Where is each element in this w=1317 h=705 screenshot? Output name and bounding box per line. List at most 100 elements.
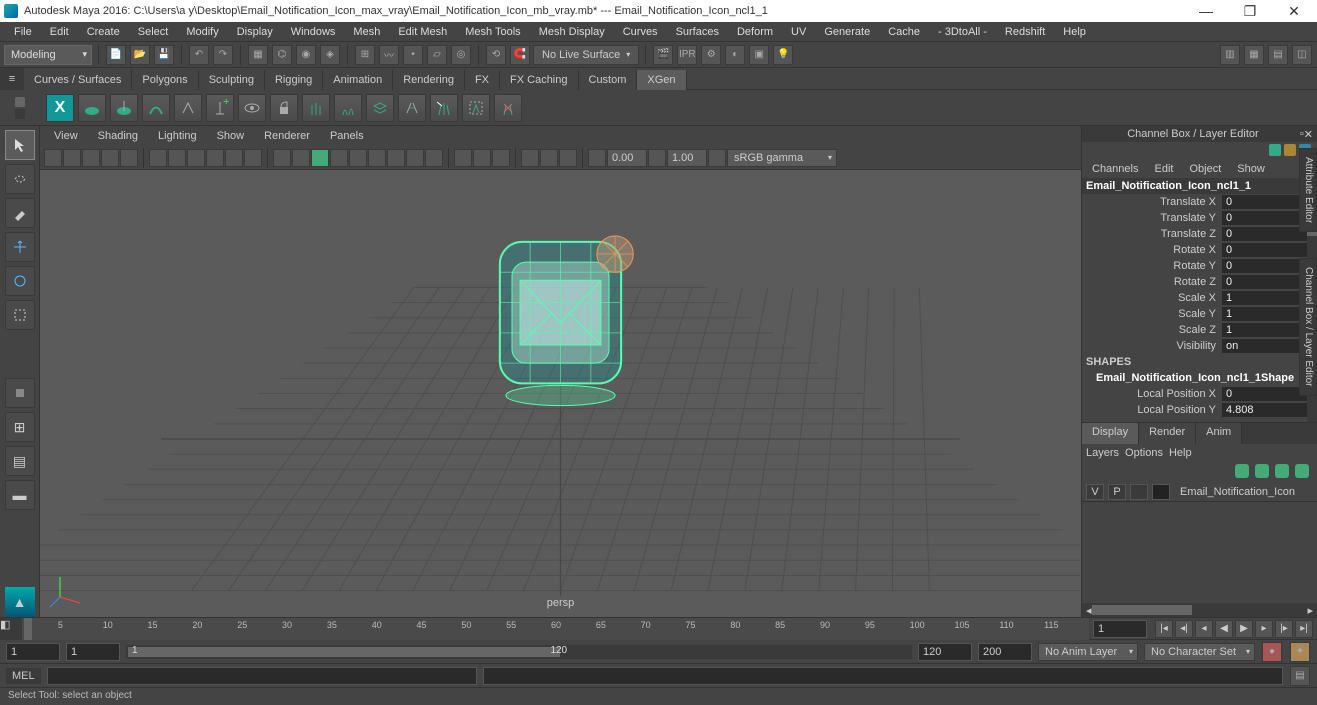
step-fwd-button[interactable]: ▸ [1255,620,1273,638]
chan-menu-edit[interactable]: Edit [1148,161,1179,177]
hypershade-icon[interactable]: ◐ [725,45,745,65]
vp-wire-on-shaded-icon[interactable] [311,149,329,167]
layer-row[interactable]: V P Email_Notification_Icon [1082,482,1317,502]
layer-hscrollbar[interactable]: ◂▸ [1082,603,1317,617]
current-frame-field[interactable]: 1 [1093,620,1147,638]
xgen-convert-icon[interactable] [174,94,202,122]
menu-mesh-tools[interactable]: Mesh Tools [457,24,528,40]
xgen-lock-icon[interactable] [270,94,298,122]
layer-playback-toggle[interactable]: P [1108,484,1126,500]
menu-surfaces[interactable]: Surfaces [668,24,727,40]
playback-start-field[interactable]: 1 [66,643,120,661]
vp-menu-lighting[interactable]: Lighting [150,128,205,144]
vp-color-mgmt-icon[interactable] [708,149,726,167]
shelf-tab-rendering[interactable]: Rendering [393,70,465,90]
menu-curves[interactable]: Curves [615,24,666,40]
vp-camera-icon[interactable] [63,149,81,167]
xgen-region-icon[interactable] [462,94,490,122]
snap-grid-icon[interactable]: ⊞ [355,45,375,65]
layout-single-icon[interactable]: ▬ [5,480,35,510]
selected-object-name[interactable]: Email_Notification_Icon_ncl1_1 [1082,178,1317,194]
redo-icon[interactable]: ↷ [213,45,233,65]
vp-textured-icon[interactable] [330,149,348,167]
snap-curve-icon[interactable]: 〰 [379,45,399,65]
shelf-tab-animation[interactable]: Animation [323,70,393,90]
chan-menu-object[interactable]: Object [1183,161,1227,177]
chan-view-1-icon[interactable] [1269,144,1281,156]
menu-windows[interactable]: Windows [283,24,344,40]
select-object-icon[interactable]: ◉ [296,45,316,65]
xgen-flip-icon[interactable] [398,94,426,122]
vp-motion-blur-icon[interactable] [406,149,424,167]
construction-history-icon[interactable]: ⟲ [486,45,506,65]
go-end-button[interactable]: ▸| [1295,620,1313,638]
play-back-button[interactable]: ◀ [1215,620,1233,638]
vp-gamma-field[interactable]: 1.00 [667,149,707,167]
xgen-sculpt-icon[interactable] [142,94,170,122]
vp-gate-mask-icon[interactable] [206,149,224,167]
panel-layout-1-icon[interactable]: ▥ [1220,45,1240,65]
shelf-tab-rigging[interactable]: Rigging [265,70,323,90]
snap-plane-icon[interactable]: ▱ [427,45,447,65]
vp-shadows-icon[interactable] [368,149,386,167]
timeline-ruler[interactable]: 5101520253035404550556065707580859095100… [22,618,1089,640]
vp-shaded-icon[interactable] [292,149,310,167]
vp-2d-pan-icon[interactable] [120,149,138,167]
new-scene-icon[interactable]: 📄 [106,45,126,65]
maximize-button[interactable]: ❐ [1237,3,1263,20]
attribute-editor-tab[interactable]: Attribute Editor [1299,148,1317,232]
vp-menu-view[interactable]: View [46,128,86,144]
layer-new-empty-icon[interactable] [1275,464,1289,478]
command-input[interactable] [47,667,477,685]
menu--3dtoall-[interactable]: - 3DtoAll - [930,24,995,40]
menu-cache[interactable]: Cache [880,24,928,40]
shelf-tab-curves-surfaces[interactable]: Curves / Surfaces [24,70,132,90]
step-back-key-button[interactable]: ◂| [1175,620,1193,638]
render-settings-icon[interactable]: ⚙ [701,45,721,65]
vp-grid-icon[interactable] [149,149,167,167]
lasso-tool[interactable] [5,164,35,194]
light-icon[interactable]: 💡 [773,45,793,65]
make-live-icon[interactable]: 🧲 [510,45,530,65]
panel-layout-3-icon[interactable]: ▤ [1268,45,1288,65]
go-start-button[interactable]: |◂ [1155,620,1173,638]
layer-display-type[interactable] [1130,484,1148,500]
xgen-grass-1-icon[interactable] [302,94,330,122]
vp-xray-icon[interactable] [473,149,491,167]
menu-display[interactable]: Display [229,24,281,40]
select-component-icon[interactable]: ◈ [320,45,340,65]
command-language-label[interactable]: MEL [6,668,41,684]
xgen-eye-icon[interactable] [238,94,266,122]
panel-layout-2-icon[interactable]: ▦ [1244,45,1264,65]
vp-safe-action-icon[interactable] [244,149,262,167]
render-icon[interactable]: 🎬 [653,45,673,65]
auto-key-icon[interactable]: ● [1262,642,1282,662]
chan-menu-show[interactable]: Show [1231,161,1271,177]
paint-select-tool[interactable] [5,198,35,228]
anim-end-field[interactable]: 200 [978,643,1032,661]
last-tool[interactable] [5,378,35,408]
vp-dof-icon[interactable] [540,149,558,167]
vp-select-camera-icon[interactable] [44,149,62,167]
xgen-add-icon[interactable]: + [206,94,234,122]
select-hierarchy-icon[interactable]: ⌬ [272,45,292,65]
channel-box-tab[interactable]: Channel Box / Layer Editor [1299,258,1317,396]
vp-lights-icon[interactable] [349,149,367,167]
snap-point-icon[interactable]: • [403,45,423,65]
vp-film-gate-icon[interactable] [168,149,186,167]
scale-tool[interactable] [5,300,35,330]
range-slider[interactable]: 1 120 [126,645,912,659]
maya-home-icon[interactable]: ▲ [5,587,35,617]
rotate-tool[interactable] [5,266,35,296]
vp-reset-icon[interactable] [559,149,577,167]
select-tool[interactable] [5,130,35,160]
vp-xray-joints-icon[interactable] [492,149,510,167]
close-button[interactable]: ✕ [1281,3,1307,20]
render-view-icon[interactable]: ▣ [749,45,769,65]
xgen-select-icon[interactable] [430,94,458,122]
character-set-dropdown[interactable]: No Character Set [1144,643,1255,661]
move-tool[interactable] [5,232,35,262]
shelf-tab-custom[interactable]: Custom [579,70,638,90]
live-surface-dropdown[interactable]: No Live Surface [533,45,639,65]
layer-menu-help[interactable]: Help [1169,447,1192,459]
